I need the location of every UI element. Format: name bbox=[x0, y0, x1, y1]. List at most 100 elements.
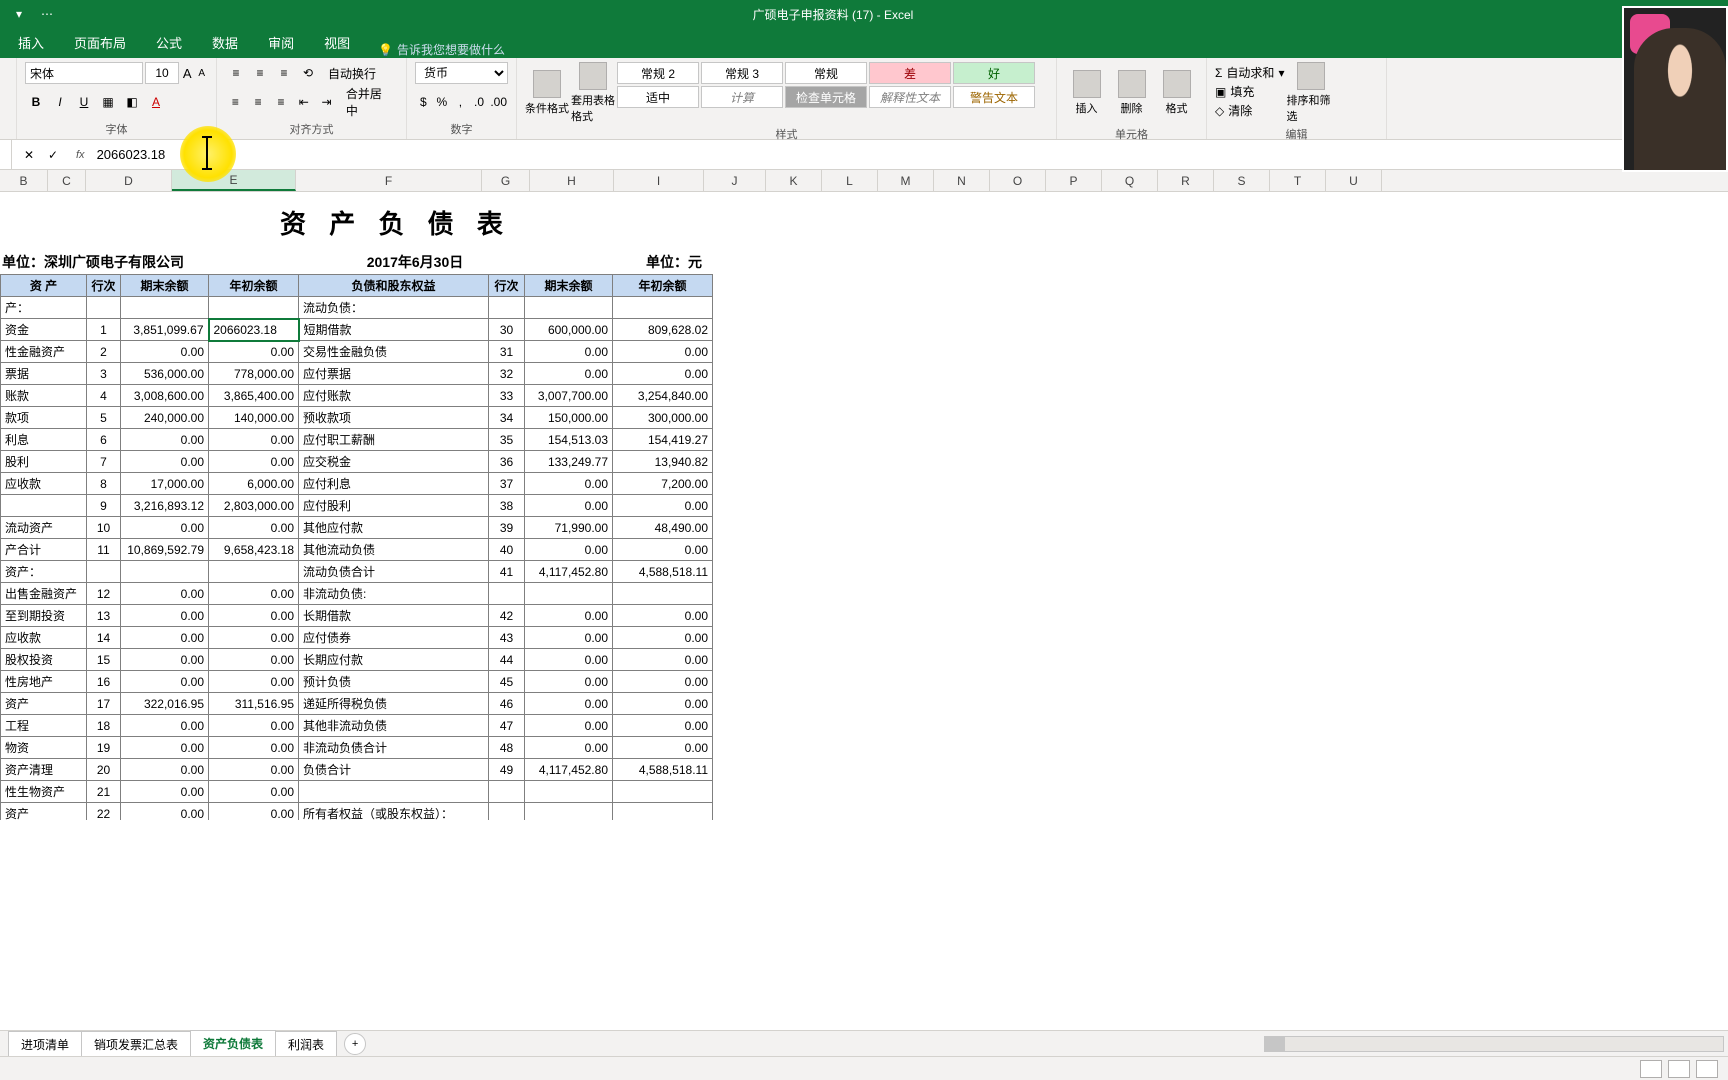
align-bottom-icon[interactable]: ≡ bbox=[273, 62, 295, 84]
formula-bar[interactable]: 2066023.18 bbox=[91, 147, 1728, 162]
col-header-N[interactable]: N bbox=[934, 170, 990, 191]
cell[interactable]: 0.00 bbox=[525, 649, 613, 671]
cell[interactable]: 809,628.02 bbox=[613, 319, 713, 341]
cell[interactable] bbox=[613, 781, 713, 803]
cancel-edit-icon[interactable]: ✕ bbox=[18, 144, 40, 166]
cell[interactable]: 股权投资 bbox=[1, 649, 87, 671]
tell-me[interactable]: 💡 告诉我您想要做什么 bbox=[366, 41, 505, 58]
cell[interactable]: 0.00 bbox=[613, 671, 713, 693]
tab-data[interactable]: 数据 bbox=[198, 27, 252, 58]
cell[interactable]: 38 bbox=[489, 495, 525, 517]
qat-dropdown-icon[interactable]: ▾ bbox=[8, 3, 30, 25]
cell[interactable]: 性金融资产 bbox=[1, 341, 87, 363]
comma-icon[interactable]: , bbox=[452, 91, 469, 113]
cell[interactable]: 11 bbox=[87, 539, 121, 561]
cell[interactable]: 资产 bbox=[1, 693, 87, 715]
cell[interactable]: 3 bbox=[87, 363, 121, 385]
style-moderate[interactable]: 适中 bbox=[617, 86, 699, 108]
cell[interactable]: 非流动负债合计 bbox=[299, 737, 489, 759]
cell[interactable]: 7 bbox=[87, 451, 121, 473]
fill-color-button[interactable]: ◧ bbox=[121, 91, 143, 113]
cell[interactable]: 311,516.95 bbox=[209, 693, 299, 715]
cell[interactable]: 6 bbox=[87, 429, 121, 451]
cell[interactable]: 3,008,600.00 bbox=[121, 385, 209, 407]
cell[interactable]: 12 bbox=[87, 583, 121, 605]
col-header-I[interactable]: I bbox=[614, 170, 704, 191]
cell[interactable]: 0.00 bbox=[613, 363, 713, 385]
cell[interactable]: 资产 bbox=[1, 803, 87, 821]
align-top-icon[interactable]: ≡ bbox=[225, 62, 247, 84]
cell[interactable]: 0.00 bbox=[613, 495, 713, 517]
align-center-icon[interactable]: ≡ bbox=[248, 91, 269, 113]
cell[interactable]: 133,249.77 bbox=[525, 451, 613, 473]
cell[interactable]: 5 bbox=[87, 407, 121, 429]
cell[interactable]: 15 bbox=[87, 649, 121, 671]
cell[interactable]: 0.00 bbox=[121, 715, 209, 737]
cell[interactable]: 其他应付款 bbox=[299, 517, 489, 539]
conditional-format-button[interactable]: 条件格式 bbox=[525, 62, 569, 124]
autosum-button[interactable]: Σ自动求和▾ bbox=[1215, 64, 1284, 81]
cell[interactable]: 40 bbox=[489, 539, 525, 561]
cell[interactable] bbox=[121, 561, 209, 583]
cell[interactable]: 0.00 bbox=[525, 693, 613, 715]
cell[interactable]: 0.00 bbox=[209, 341, 299, 363]
cell[interactable]: 46 bbox=[489, 693, 525, 715]
sheet-tab-1[interactable]: 进项清单 bbox=[8, 1031, 82, 1057]
cell[interactable]: 32 bbox=[489, 363, 525, 385]
format-cells-button[interactable]: 格式 bbox=[1155, 62, 1198, 124]
cell[interactable]: 0.00 bbox=[525, 627, 613, 649]
style-good[interactable]: 好 bbox=[953, 62, 1035, 84]
cell[interactable]: 0.00 bbox=[613, 539, 713, 561]
cell[interactable]: 0.00 bbox=[209, 605, 299, 627]
cell[interactable]: 0.00 bbox=[209, 451, 299, 473]
cell[interactable]: 0.00 bbox=[209, 803, 299, 821]
col-header-M[interactable]: M bbox=[878, 170, 934, 191]
style-check[interactable]: 检查单元格 bbox=[785, 86, 867, 108]
col-header-E[interactable]: E bbox=[172, 170, 296, 191]
cell[interactable]: 49 bbox=[489, 759, 525, 781]
cell[interactable]: 9 bbox=[87, 495, 121, 517]
cell[interactable]: 600,000.00 bbox=[525, 319, 613, 341]
cell[interactable]: 48 bbox=[489, 737, 525, 759]
style-bad[interactable]: 差 bbox=[869, 62, 951, 84]
cell[interactable]: 资产： bbox=[1, 561, 87, 583]
sheet-tab-3[interactable]: 资产负债表 bbox=[190, 1030, 276, 1058]
cell[interactable]: 0.00 bbox=[525, 495, 613, 517]
name-box-stub[interactable] bbox=[0, 140, 12, 169]
page-break-view-button[interactable] bbox=[1696, 1060, 1718, 1078]
cell[interactable]: 240,000.00 bbox=[121, 407, 209, 429]
cell[interactable]: 性房地产 bbox=[1, 671, 87, 693]
cell[interactable]: 3,007,700.00 bbox=[525, 385, 613, 407]
cell[interactable] bbox=[209, 561, 299, 583]
col-header-C[interactable]: C bbox=[48, 170, 86, 191]
cell[interactable]: 33 bbox=[489, 385, 525, 407]
cell[interactable]: 预计负债 bbox=[299, 671, 489, 693]
cell[interactable]: 票据 bbox=[1, 363, 87, 385]
tab-formulas[interactable]: 公式 bbox=[142, 27, 196, 58]
cell[interactable]: 47 bbox=[489, 715, 525, 737]
cell[interactable]: 4,117,452.80 bbox=[525, 561, 613, 583]
cell[interactable]: 45 bbox=[489, 671, 525, 693]
align-middle-icon[interactable]: ≡ bbox=[249, 62, 271, 84]
percent-icon[interactable]: % bbox=[434, 91, 451, 113]
cell[interactable]: 71,990.00 bbox=[525, 517, 613, 539]
style-explain[interactable]: 解释性文本 bbox=[869, 86, 951, 108]
cell[interactable]: 2066023.18 bbox=[209, 319, 299, 341]
cell[interactable]: 非流动负债: bbox=[299, 583, 489, 605]
tab-view[interactable]: 视图 bbox=[310, 27, 364, 58]
fill-button[interactable]: ▣填充 bbox=[1215, 83, 1284, 100]
cell[interactable]: 322,016.95 bbox=[121, 693, 209, 715]
col-header-U[interactable]: U bbox=[1326, 170, 1382, 191]
cell[interactable]: 0.00 bbox=[209, 649, 299, 671]
cell[interactable]: 负债合计 bbox=[299, 759, 489, 781]
cell[interactable]: 35 bbox=[489, 429, 525, 451]
cell[interactable]: 10 bbox=[87, 517, 121, 539]
cell[interactable]: 8 bbox=[87, 473, 121, 495]
col-header-S[interactable]: S bbox=[1214, 170, 1270, 191]
sheet-tab-2[interactable]: 销项发票汇总表 bbox=[81, 1031, 191, 1057]
cell[interactable]: 536,000.00 bbox=[121, 363, 209, 385]
cell[interactable]: 物资 bbox=[1, 737, 87, 759]
confirm-edit-icon[interactable]: ✓ bbox=[42, 144, 64, 166]
cell[interactable]: 0.00 bbox=[209, 517, 299, 539]
cell[interactable]: 应付账款 bbox=[299, 385, 489, 407]
